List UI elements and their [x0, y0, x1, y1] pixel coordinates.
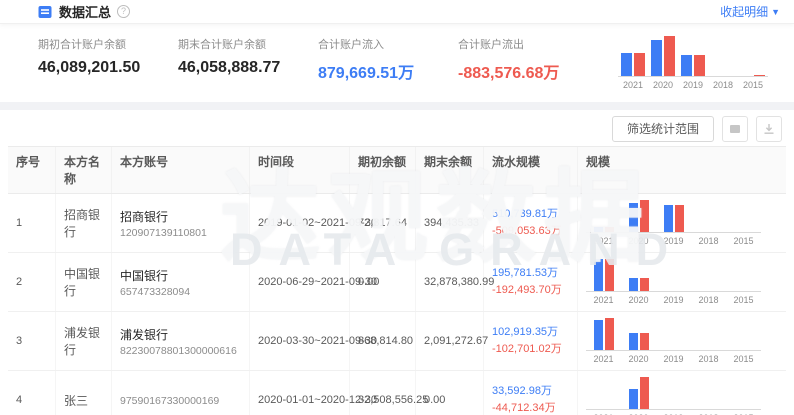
account-bank: 中国银行 — [120, 267, 241, 284]
col-header-index: 序号 — [8, 147, 56, 193]
cell-name: 张三 — [56, 371, 112, 415]
outflow-value: -102,701.02万 — [492, 343, 562, 355]
chevron-down-icon: ▼ — [771, 7, 780, 17]
cell-account: 浦发银行 82230078801300000616 — [112, 312, 250, 370]
stat-label: 期末合计账户余额 — [178, 36, 286, 52]
table-row: 3 浦发银行 浦发银行 82230078801300000616 2020-03… — [8, 312, 786, 371]
account-number: 97590167330000169 — [120, 395, 241, 407]
inflow-value: 510,739.81万 — [492, 208, 558, 220]
help-icon[interactable]: ? — [117, 5, 130, 18]
cell-end-balance: 2,091,272.67 — [416, 312, 484, 370]
accounts-table: 序号 本方名称 本方账号 时间段 期初余额 期末余额 流水规模 规模 1 招商银… — [8, 146, 786, 415]
summary-app-icon — [38, 5, 52, 19]
inflow-value: 102,919.35万 — [492, 326, 558, 338]
cell-index: 1 — [8, 194, 56, 252]
cell-period: 2020-01-01~2020-12-30 — [250, 371, 350, 415]
stat-begin-balance: 期初合计账户余额 46,089,201.50 — [38, 36, 146, 77]
section-divider — [0, 102, 794, 110]
col-header-account: 本方账号 — [112, 147, 250, 193]
cell-account: 97590167330000169 — [112, 371, 250, 415]
table-row: 4 张三 97590167330000169 2020-01-01~2020-1… — [8, 371, 786, 415]
cell-begin-balance: 0.00 — [350, 253, 416, 311]
inflow-value: 195,781.53万 — [492, 267, 558, 279]
account-bank: 招商银行 — [120, 208, 241, 225]
stat-end-balance: 期末合计账户余额 46,058,888.77 — [178, 36, 286, 77]
panel-icon — [728, 122, 742, 136]
stat-label: 合计账户流出 — [458, 36, 566, 52]
col-header-scale: 规模 — [578, 147, 786, 193]
scale-mini-bar-chart: 20212020201920182015 — [586, 200, 761, 246]
account-number: 82230078801300000616 — [120, 345, 241, 357]
cell-index: 3 — [8, 312, 56, 370]
cell-index: 2 — [8, 253, 56, 311]
table-body: 1 招商银行 招商银行 120907139110801 2019-01-02~2… — [8, 194, 786, 415]
col-header-period: 时间段 — [250, 147, 350, 193]
table-row: 2 中国银行 中国银行 657473328094 2020-06-29~2021… — [8, 253, 786, 312]
cell-flow: 195,781.53万 -192,493.70万 — [484, 253, 578, 311]
cell-begin-balance: 868,814.80 — [350, 312, 416, 370]
stat-label: 合计账户流入 — [318, 36, 426, 52]
cell-period: 2019-01-02~2021-09-30 — [250, 194, 350, 252]
col-header-end-balance: 期末余额 — [416, 147, 484, 193]
table-row: 1 招商银行 招商银行 120907139110801 2019-01-02~2… — [8, 194, 786, 253]
stat-value: 46,058,888.77 — [178, 59, 286, 77]
account-number: 120907139110801 — [120, 227, 241, 239]
collapse-details-link[interactable]: 收起明细 ▼ — [720, 3, 780, 20]
cell-name: 浦发银行 — [56, 312, 112, 370]
cell-scale: 20212020201920182015 — [578, 194, 786, 252]
cell-end-balance: 394,435.33 — [416, 194, 484, 252]
scale-mini-bar-chart: 20212020201920182015 — [586, 259, 761, 305]
download-icon — [762, 122, 776, 136]
cell-end-balance: 32,878,380.99 — [416, 253, 484, 311]
outflow-value: -44,712.34万 — [492, 402, 556, 414]
cell-period: 2020-06-29~2021-09-30 — [250, 253, 350, 311]
cell-scale: 20212020201920182015 — [578, 371, 786, 415]
summary-yearly-bar-chart: 20212020201920182015 — [618, 36, 768, 90]
account-bank: 浦发银行 — [120, 326, 241, 343]
cell-name: 招商银行 — [56, 194, 112, 252]
cell-flow: 33,592.98万 -44,712.34万 — [484, 371, 578, 415]
summary-section: 期初合计账户余额 46,089,201.50 期末合计账户余额 46,058,8… — [0, 24, 794, 102]
scale-mini-bar-chart: 20212020201920182015 — [586, 377, 761, 415]
stat-total-inflow: 合计账户流入 879,669.51万 — [318, 36, 426, 83]
table-toolbar: 筛选统计范围 — [0, 110, 794, 146]
outflow-value: -192,493.70万 — [492, 284, 562, 296]
filter-range-button[interactable]: 筛选统计范围 — [612, 116, 714, 142]
cell-period: 2020-03-30~2021-09-30 — [250, 312, 350, 370]
stat-value: 46,089,201.50 — [38, 59, 146, 77]
cell-account: 中国银行 657473328094 — [112, 253, 250, 311]
top-bar: 数据汇总 ? 收起明细 ▼ — [0, 0, 794, 24]
page-title: 数据汇总 — [59, 2, 111, 21]
cell-name: 中国银行 — [56, 253, 112, 311]
outflow-value: -509,053.63万 — [492, 225, 562, 237]
cell-index: 4 — [8, 371, 56, 415]
col-header-name: 本方名称 — [56, 147, 112, 193]
cell-end-balance: 0.00 — [416, 371, 484, 415]
inflow-value: 33,592.98万 — [492, 385, 552, 397]
stat-value: -883,576.68万 — [458, 59, 566, 83]
col-header-begin-balance: 期初余额 — [350, 147, 416, 193]
cell-scale: 20212020201920182015 — [578, 253, 786, 311]
download-icon-button[interactable] — [756, 116, 782, 142]
stat-value: 879,669.51万 — [318, 59, 426, 83]
cell-flow: 510,739.81万 -509,053.63万 — [484, 194, 578, 252]
cell-account: 招商银行 120907139110801 — [112, 194, 250, 252]
view-toggle-icon-button[interactable] — [722, 116, 748, 142]
scale-mini-bar-chart: 20212020201920182015 — [586, 318, 761, 364]
cell-flow: 102,919.35万 -102,701.02万 — [484, 312, 578, 370]
cell-begin-balance: 72,817.64 — [350, 194, 416, 252]
stat-total-outflow: 合计账户流出 -883,576.68万 — [458, 36, 566, 83]
stat-label: 期初合计账户余额 — [38, 36, 146, 52]
collapse-details-label: 收起明细 — [720, 3, 768, 20]
account-number: 657473328094 — [120, 286, 241, 298]
cell-begin-balance: 32,508,556.25 — [350, 371, 416, 415]
cell-scale: 20212020201920182015 — [578, 312, 786, 370]
table-header-row: 序号 本方名称 本方账号 时间段 期初余额 期末余额 流水规模 规模 — [8, 147, 786, 194]
col-header-flow: 流水规模 — [484, 147, 578, 193]
